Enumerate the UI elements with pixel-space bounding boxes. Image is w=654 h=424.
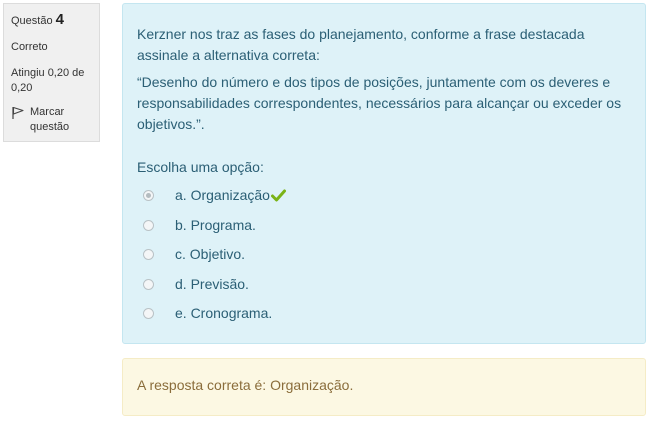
option-c-label[interactable]: c. Objetivo. [175,244,245,265]
flag-icon [12,106,24,119]
option-b-label[interactable]: b. Programa. [175,215,256,236]
option-e-radio[interactable] [143,308,154,320]
feedback-panel: A resposta correta é: Organização. [122,358,646,416]
question-intro: Kerzner nos traz as fases do planejament… [137,26,585,63]
option-a-label[interactable]: a. Organização [175,185,270,206]
answer-prompt: Escolha uma opção: [137,159,264,175]
right-answer-text: A resposta correta é: Organização. [137,377,354,393]
flag-question-button[interactable]: Marcar questão [11,105,92,135]
question-number: 4 [55,11,64,28]
option-c-radio[interactable] [143,249,154,261]
option-a[interactable]: a. Organização [137,181,631,211]
question-formulation: Kerzner nos traz as fases do planejament… [122,3,646,344]
option-e[interactable]: e. Cronograma. [137,299,631,329]
option-c[interactable]: c. Objetivo. [137,240,631,270]
question-text: Kerzner nos traz as fases do planejament… [137,24,631,135]
flag-question-label[interactable]: Marcar questão [30,105,92,135]
option-a-radio[interactable] [143,190,154,202]
option-b[interactable]: b. Programa. [137,211,631,241]
option-e-label[interactable]: e. Cronograma. [175,303,272,324]
option-d[interactable]: d. Previsão. [137,270,631,300]
question-number-line: Questão 4 [11,10,92,30]
question-label: Questão [11,15,53,27]
correct-check-icon [270,189,286,202]
question-grade: Atingiu 0,20 de 0,20 [11,67,85,94]
question-quote: “Desenho do número e dos tipos de posiçõ… [137,74,622,132]
option-d-label[interactable]: d. Previsão. [175,274,249,295]
question-info-panel: Questão 4 Correto Atingiu 0,20 de 0,20 M… [3,3,100,142]
question-state: Correto [11,41,48,54]
answer-options: a. Organização b. Programa. c. Objetivo.… [137,181,631,329]
option-b-radio[interactable] [143,219,154,231]
option-d-radio[interactable] [143,278,154,290]
